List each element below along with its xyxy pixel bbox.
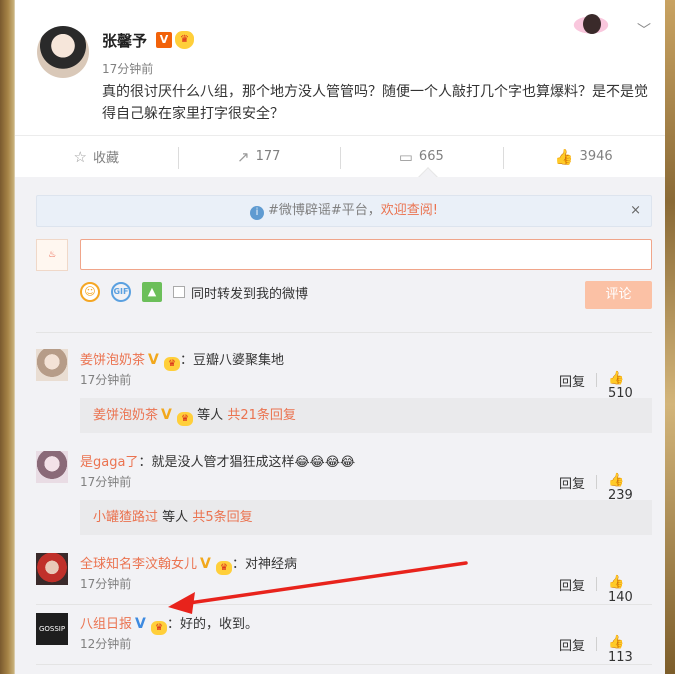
sub-reply-count[interactable]: 共5条回复 (192, 510, 252, 525)
comment-text: ：豆瓣八婆聚集地 (180, 353, 285, 368)
author-avatar[interactable] (37, 26, 89, 78)
commenter-avatar[interactable]: GOSSIP (36, 613, 68, 645)
commenter-avatar[interactable] (36, 349, 68, 381)
comment-like-count: 140 (608, 590, 633, 605)
divider (36, 664, 652, 665)
submit-comment-button[interactable]: 评论 (585, 281, 652, 309)
repost-checkbox-label: 同时转发到我的微博 (191, 286, 309, 302)
emoji-icon[interactable]: ☺ (80, 282, 100, 302)
comment-text: ：好的，收到。 (167, 617, 259, 632)
info-icon: i (249, 206, 264, 220)
repost-count: 177 (255, 149, 281, 164)
separator (596, 373, 597, 387)
decoration-sticker (561, 10, 621, 40)
repost-checkbox[interactable] (173, 286, 185, 298)
weibo-post-card: 张馨予 V ♛ ﹀ 17分钟前 真的很讨厌什么八组，那个地方没人管管吗？随便一个… (15, 0, 665, 674)
verified-v-icon: V (161, 407, 172, 423)
comment-icon: ▭ (398, 147, 413, 166)
verified-badge-icon: V (156, 32, 172, 48)
vip-crown-icon: ♛ (177, 412, 194, 426)
comment-toolbar: ☺ GIF ▲ 同时转发到我的微博 (80, 281, 308, 303)
comment-time: 17分钟前 (80, 373, 132, 387)
favorite-label: 收藏 (92, 151, 119, 166)
thumbs-up-icon: 👍 (608, 473, 625, 488)
like-count: 3946 (579, 149, 613, 164)
vip-crown-icon: ♛ (164, 357, 181, 371)
comment-like-button[interactable]: 👍113 (608, 635, 652, 665)
verified-v-icon: V (148, 352, 159, 368)
image-icon[interactable]: ▲ (142, 282, 162, 302)
comment-time: 17分钟前 (80, 577, 132, 591)
reply-button[interactable]: 回复 (559, 473, 585, 492)
comment-time: 17分钟前 (80, 475, 132, 489)
star-icon: ☆ (73, 147, 87, 166)
thumbs-up-icon: 👍 (608, 575, 625, 590)
repost-button[interactable]: ↗ 177 (177, 136, 341, 177)
like-button[interactable]: 👍 3946 (502, 136, 666, 177)
post-text: 真的很讨厌什么八组，那个地方没人管管吗？随便一个人敲打几个字也算爆料？是不是觉得… (102, 84, 648, 122)
divider (36, 332, 652, 333)
sub-reply-users[interactable]: 小罐猹路过 (93, 510, 158, 525)
post-time[interactable]: 17分钟前 (102, 60, 153, 77)
comment-text: ：对神经病 (232, 557, 298, 572)
thumbs-up-icon: 👍 (608, 371, 625, 386)
post-header: 张馨予 V ♛ ﹀ 17分钟前 真的很讨厌什么八组，那个地方没人管管吗？随便一个… (15, 0, 665, 135)
comment-like-button[interactable]: 👍510 (608, 371, 652, 401)
comment-input[interactable] (80, 239, 652, 270)
separator (596, 637, 597, 651)
commenter-avatar[interactable] (36, 553, 68, 585)
separator (596, 577, 597, 591)
comment-button[interactable]: ▭ 665 (340, 136, 503, 177)
commenter-name[interactable]: 八组日报 (80, 617, 132, 632)
vip-crown-icon: ♛ (216, 561, 233, 575)
commenter-name[interactable]: 是gaga了 (80, 455, 138, 470)
favorite-button[interactable]: ☆ 收藏 (15, 136, 178, 177)
laugh-cry-emoji-icon: 😂😂😂😂 (294, 455, 356, 470)
verified-v-icon: V (200, 556, 211, 572)
comment-like-button[interactable]: 👍239 (608, 473, 652, 503)
chevron-down-icon[interactable]: ﹀ (637, 20, 651, 40)
vip-crown-icon: ♛ (175, 31, 194, 49)
comment-section: i #微博辟谣#平台，欢迎查阅! × ♨ ☺ GIF ▲ 同时转发到我的微博 评论… (15, 177, 665, 674)
notice-text: #微博辟谣#平台， (267, 203, 381, 218)
thumbs-up-icon: 👍 (608, 635, 625, 650)
vip-crown-icon: ♛ (151, 621, 168, 635)
commenter-name[interactable]: 全球知名李汶翰女儿 (80, 557, 197, 572)
verified-v-icon: V (135, 616, 146, 632)
reply-button[interactable]: 回复 (559, 635, 585, 654)
author-name[interactable]: 张馨予 (102, 30, 147, 51)
rumor-notice-banner: i #微博辟谣#平台，欢迎查阅! × (36, 195, 652, 227)
sub-replies-summary[interactable]: 小罐猹路过 等人 共5条回复 (80, 500, 652, 535)
comment-count: 665 (418, 149, 444, 164)
repost-icon: ↗ (237, 147, 250, 166)
background-strip (664, 0, 675, 674)
current-user-avatar[interactable]: ♨ (36, 239, 68, 271)
reply-button[interactable]: 回复 (559, 371, 585, 390)
sub-reply-others: 等人 (162, 510, 189, 525)
sub-replies-summary[interactable]: 姜饼泡奶茶 V ♛ 等人 共21条回复 (80, 398, 652, 433)
comment-time: 12分钟前 (80, 637, 132, 651)
comment-like-button[interactable]: 👍140 (608, 575, 652, 605)
gif-icon[interactable]: GIF (111, 282, 131, 302)
close-icon[interactable]: × (630, 196, 641, 226)
sub-reply-count[interactable]: 共21条回复 (227, 408, 296, 423)
commenter-name[interactable]: 姜饼泡奶茶 (80, 353, 145, 368)
separator (596, 475, 597, 489)
reply-button[interactable]: 回复 (559, 575, 585, 594)
comment-like-count: 113 (608, 650, 633, 665)
post-action-bar: ☆ 收藏 ↗ 177 ▭ 665 👍 3946 (15, 135, 665, 177)
thumbs-up-icon: 👍 (554, 147, 574, 166)
comment-text: ：就是没人管才猖狂成这样 (138, 455, 295, 470)
divider (36, 604, 652, 605)
commenter-avatar[interactable] (36, 451, 68, 483)
sub-reply-users[interactable]: 姜饼泡奶茶 (93, 408, 158, 423)
sub-reply-others: 等人 (197, 408, 224, 423)
notice-link[interactable]: 欢迎查阅! (381, 203, 438, 218)
